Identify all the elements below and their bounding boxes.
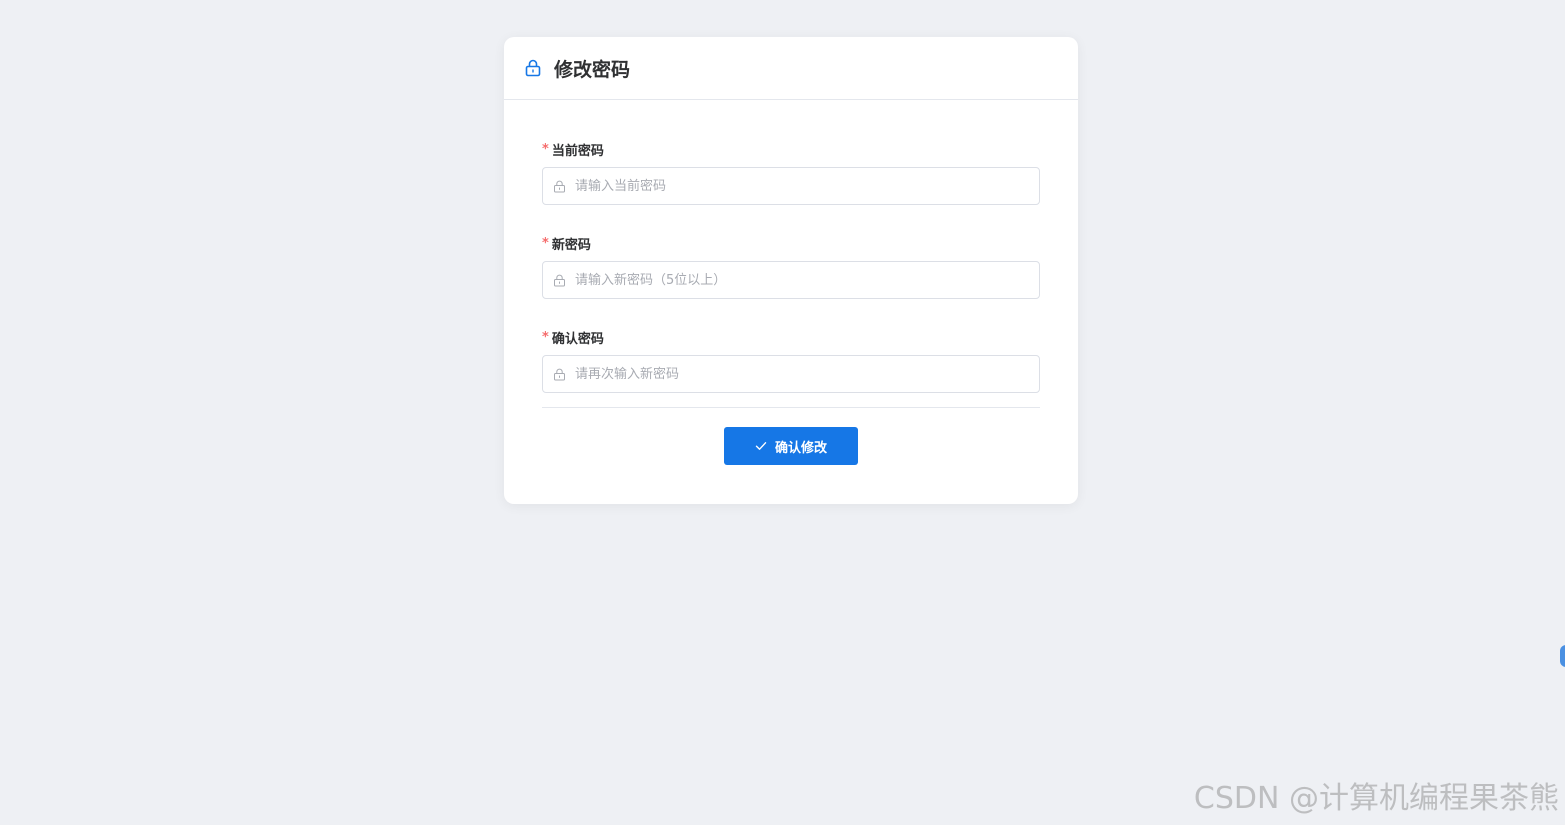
lock-icon [553, 274, 566, 287]
required-mark: * [542, 235, 549, 251]
new-password-input[interactable] [573, 262, 1039, 298]
required-mark: * [542, 141, 549, 157]
confirm-password-input-box[interactable] [542, 355, 1040, 393]
current-password-input[interactable] [573, 168, 1039, 204]
change-password-card: 修改密码 * 当前密码 * 新密码 * 确认密码 确认修改 [504, 37, 1078, 504]
confirm-change-label: 确认修改 [774, 440, 827, 456]
new-password-item: * 新密码 [542, 233, 1040, 299]
new-password-input-box[interactable] [542, 261, 1040, 299]
card-header: 修改密码 [504, 37, 1078, 100]
lock-icon [553, 368, 566, 381]
divider [542, 407, 1040, 408]
confirm-password-label-text: 确认密码 [551, 331, 604, 347]
current-password-label-text: 当前密码 [551, 143, 604, 159]
password-form: * 当前密码 * 新密码 * 确认密码 [542, 139, 1040, 421]
floating-edge-button[interactable] [1560, 645, 1565, 667]
current-password-item: * 当前密码 [542, 139, 1040, 205]
confirm-password-label: * 确认密码 [542, 327, 1040, 347]
new-password-label: * 新密码 [542, 233, 1040, 253]
page-title: 修改密码 [554, 58, 631, 81]
required-mark: * [542, 329, 549, 345]
lock-icon [524, 59, 542, 77]
current-password-input-box[interactable] [542, 167, 1040, 205]
current-password-label: * 当前密码 [542, 139, 1040, 159]
lock-icon [553, 180, 566, 193]
new-password-label-text: 新密码 [551, 237, 591, 253]
confirm-password-input[interactable] [573, 356, 1039, 392]
confirm-password-item: * 确认密码 [542, 327, 1040, 393]
confirm-change-button[interactable]: 确认修改 [724, 427, 858, 465]
watermark: CSDN @计算机编程果茶熊 [1193, 781, 1559, 816]
check-icon [755, 440, 767, 452]
